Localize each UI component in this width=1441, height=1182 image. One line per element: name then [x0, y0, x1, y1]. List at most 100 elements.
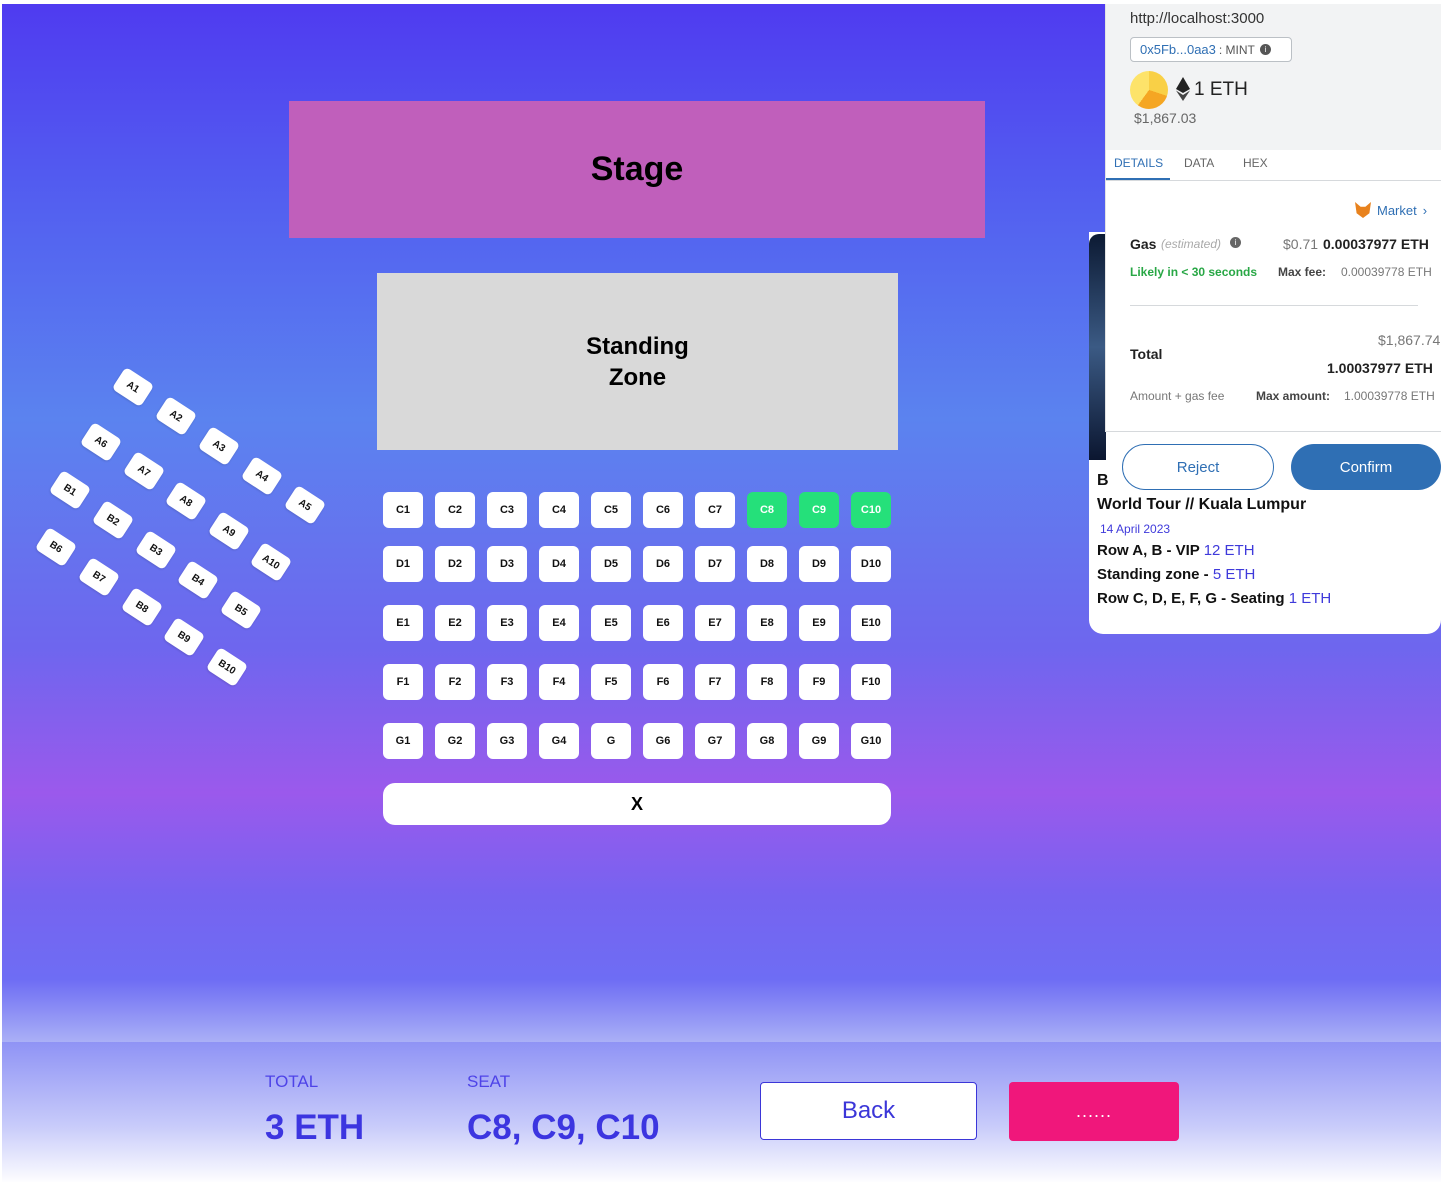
seat-d3[interactable]: D3: [487, 546, 527, 582]
seat-g3[interactable]: G3: [487, 723, 527, 759]
seat-f6[interactable]: F6: [643, 664, 683, 700]
reject-button[interactable]: Reject: [1122, 444, 1274, 490]
seat-e10[interactable]: E10: [851, 605, 891, 641]
chevron-right-icon: ›: [1422, 202, 1428, 218]
divider: [1130, 305, 1418, 306]
seat-d10[interactable]: D10: [851, 546, 891, 582]
divider: [1106, 431, 1441, 432]
account-avatar: [1130, 71, 1168, 109]
seat-g[interactable]: G: [591, 723, 631, 759]
info-icon: i: [1259, 44, 1271, 55]
max-fee-value: 0.00039778 ETH: [1341, 265, 1432, 279]
seat-g8[interactable]: G8: [747, 723, 787, 759]
seat-d9[interactable]: D9: [799, 546, 839, 582]
seat-f8[interactable]: F8: [747, 664, 787, 700]
seat-f9[interactable]: F9: [799, 664, 839, 700]
event-title: World Tour // Kuala Lumpur: [1097, 496, 1307, 513]
seat-e2[interactable]: E2: [435, 605, 475, 641]
seat-e4[interactable]: E4: [539, 605, 579, 641]
seat-d7[interactable]: D7: [695, 546, 735, 582]
transaction-fiat: $1,867.03: [1134, 110, 1197, 126]
seat-g6[interactable]: G6: [643, 723, 683, 759]
contract-address: 0x5Fb...0aa3: [1140, 42, 1216, 57]
seat-d1[interactable]: D1: [383, 546, 423, 582]
total-fiat: $1,867.74: [1378, 332, 1441, 348]
seat-g10[interactable]: G10: [851, 723, 891, 759]
back-button[interactable]: Back: [760, 1082, 977, 1140]
metamask-popup: http://localhost:3000 0x5Fb...0aa3 : MIN…: [1105, 4, 1441, 432]
seat-g1[interactable]: G1: [383, 723, 423, 759]
seat-c7[interactable]: C7: [695, 492, 735, 528]
info-icon: i: [1230, 237, 1241, 248]
tab-hex[interactable]: HEX: [1243, 156, 1268, 170]
seat-d5[interactable]: D5: [591, 546, 631, 582]
seat-d2[interactable]: D2: [435, 546, 475, 582]
seat-c5[interactable]: C5: [591, 492, 631, 528]
seat-g4[interactable]: G4: [539, 723, 579, 759]
fox-icon: [1355, 202, 1371, 218]
gas-eth: 0.00037977 ETH: [1323, 236, 1429, 252]
event-card-letter: B: [1097, 472, 1109, 489]
standing-zone[interactable]: Standing Zone: [377, 273, 898, 450]
price-line: Row C, D, E, F, G - Seating 1 ETH: [1097, 590, 1331, 607]
seat-g2[interactable]: G2: [435, 723, 475, 759]
seat-e3[interactable]: E3: [487, 605, 527, 641]
price-line-value: 12 ETH: [1203, 542, 1255, 559]
seat-f3[interactable]: F3: [487, 664, 527, 700]
confirm-button[interactable]: Confirm: [1291, 444, 1441, 490]
seat-f7[interactable]: F7: [695, 664, 735, 700]
market-link[interactable]: Market ›: [1355, 202, 1427, 218]
market-label: Market: [1377, 202, 1417, 218]
standing-zone-label: Standing Zone: [586, 332, 689, 391]
seat-g9[interactable]: G9: [799, 723, 839, 759]
seat-c9[interactable]: C9: [799, 492, 839, 528]
seat-e6[interactable]: E6: [643, 605, 683, 641]
seat-d4[interactable]: D4: [539, 546, 579, 582]
gas-fiat: $0.71: [1283, 236, 1319, 252]
tab-details[interactable]: DETAILS: [1114, 156, 1163, 170]
gas-label: Gas: [1130, 236, 1157, 252]
seat-e8[interactable]: E8: [747, 605, 787, 641]
gas-time-estimate: Likely in < 30 seconds: [1130, 265, 1258, 279]
divider: [1106, 180, 1441, 181]
amount-gas-label: Amount + gas fee: [1130, 389, 1225, 403]
price-line-value: 1 ETH: [1288, 590, 1332, 607]
seat-f10[interactable]: F10: [851, 664, 891, 700]
price-line-text: Row C, D, E, F, G - Seating: [1097, 590, 1289, 607]
seat-e9[interactable]: E9: [799, 605, 839, 641]
seat-d8[interactable]: D8: [747, 546, 787, 582]
max-fee-label: Max fee:: [1278, 265, 1327, 279]
seat-c2[interactable]: C2: [435, 492, 475, 528]
seat-e1[interactable]: E1: [383, 605, 423, 641]
total-label: Total: [1130, 346, 1163, 362]
seat-e5[interactable]: E5: [591, 605, 631, 641]
price-line: Standing zone - 5 ETH: [1097, 566, 1255, 583]
price-line-text: Row A, B - VIP: [1097, 542, 1204, 559]
price-line: Row A, B - VIP 12 ETH: [1097, 542, 1255, 559]
seat-f5[interactable]: F5: [591, 664, 631, 700]
seat-f4[interactable]: F4: [539, 664, 579, 700]
pay-button[interactable]: ......: [1009, 1082, 1179, 1141]
max-amount-value: 1.00039778 ETH: [1344, 389, 1435, 403]
checkout-bar: [2, 1042, 1441, 1182]
seat-c1[interactable]: C1: [383, 492, 423, 528]
stage: Stage: [289, 101, 985, 238]
seat-f2[interactable]: F2: [435, 664, 475, 700]
contract-pill[interactable]: 0x5Fb...0aa3 : MINT i: [1130, 37, 1292, 62]
origin-url: http://localhost:3000: [1130, 10, 1265, 27]
seat-label: SEAT: [467, 1072, 511, 1091]
seat-c6[interactable]: C6: [643, 492, 683, 528]
event-image: [1089, 234, 1106, 460]
seat-g7[interactable]: G7: [695, 723, 735, 759]
seat-c4[interactable]: C4: [539, 492, 579, 528]
method-name: : MINT: [1218, 42, 1255, 57]
seat-e7[interactable]: E7: [695, 605, 735, 641]
seat-f1[interactable]: F1: [383, 664, 423, 700]
seat-c8[interactable]: C8: [747, 492, 787, 528]
seat-c10[interactable]: C10: [851, 492, 891, 528]
seat-d6[interactable]: D6: [643, 546, 683, 582]
tab-data[interactable]: DATA: [1184, 156, 1214, 170]
seat-c3[interactable]: C3: [487, 492, 527, 528]
x-button[interactable]: X: [383, 783, 891, 825]
ethereum-icon: [1176, 77, 1190, 106]
